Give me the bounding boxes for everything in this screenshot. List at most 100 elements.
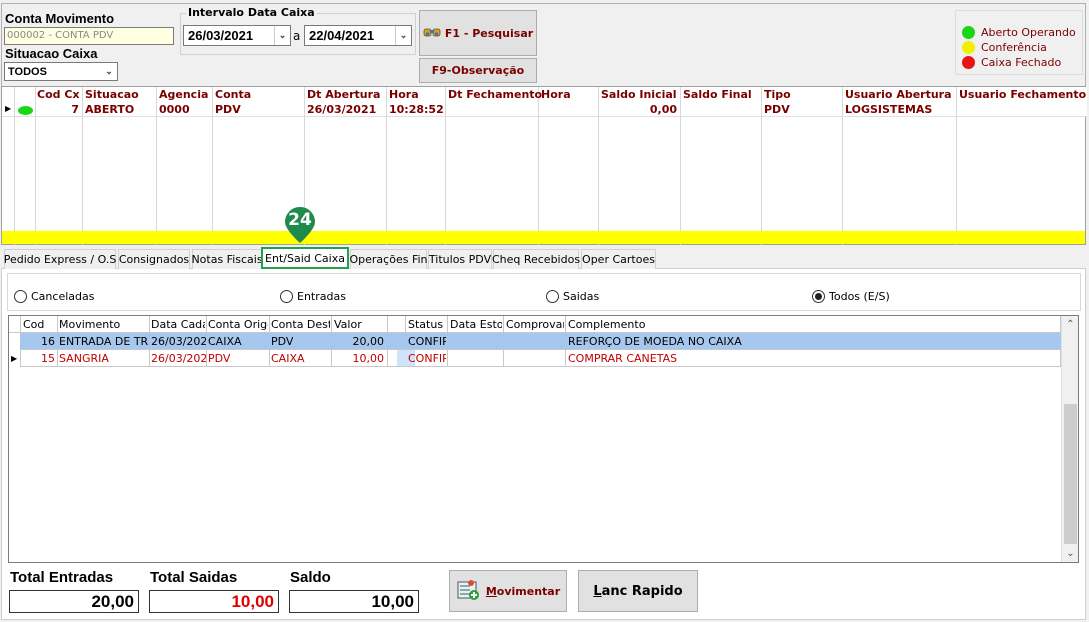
movimentar-button[interactable]: Movimentar	[449, 570, 567, 612]
legend-aberto: Aberto Operando	[962, 25, 1082, 40]
caixa-grid[interactable]: Cod Cx Situacao Agencia Conta Dt Abertur…	[1, 86, 1087, 245]
col-dt-fechamento[interactable]: Dt Fechamento	[448, 88, 542, 101]
cell-movimento: ENTRADA DE TRO	[59, 335, 148, 348]
col-valor[interactable]: Valor	[334, 318, 362, 331]
col-situacao[interactable]: Situacao	[85, 88, 139, 101]
cell-data: 26/03/2021	[151, 335, 206, 348]
scroll-thumb[interactable]	[1064, 404, 1077, 544]
table-row[interactable]: 15 SANGRIA 26/03/2021 PDV CAIXA 10,00 CO…	[20, 350, 1061, 367]
tab-notas-fiscais[interactable]: Notas Fiscais	[191, 249, 263, 269]
tab-operacoes-fin[interactable]: Operações Fin	[350, 249, 428, 269]
pesquisar-button[interactable]: F1 - Pesquisar	[419, 10, 537, 56]
situacao-caixa-select[interactable]: TODOS ⌄	[4, 62, 118, 81]
observacao-button[interactable]: F9-Observação	[419, 58, 537, 83]
col-status[interactable]: Status	[408, 318, 443, 331]
tab-titulos-pdv[interactable]: Titulos PDV	[428, 249, 492, 269]
red-dot-icon	[962, 56, 975, 69]
cell-hora: 10:28:52	[389, 103, 444, 116]
cell-status: CONFIRI	[408, 352, 446, 365]
cell-valor: 20,00	[352, 335, 385, 348]
cell-dt-abertura: 26/03/2021	[307, 103, 377, 116]
lanc-rapido-button[interactable]: Lanc Rapido	[578, 570, 698, 612]
col-conta-destino[interactable]: Conta Destir	[271, 318, 330, 331]
intervalo-label: Intervalo Data Caixa	[186, 6, 317, 19]
tab-oper-cartoes[interactable]: Oper Cartoes	[581, 249, 656, 269]
col-usuario-fechamento[interactable]: Usuario Fechamento	[959, 88, 1086, 101]
lanc-rapido-label: Lanc Rapido	[593, 583, 683, 599]
col-saldo-final[interactable]: Saldo Final	[683, 88, 752, 101]
green-dot-icon	[962, 26, 975, 39]
radio-saidas[interactable]: Saidas	[546, 290, 599, 303]
total-entradas-label: Total Entradas	[10, 569, 114, 586]
radio-entradas-circle[interactable]	[280, 290, 293, 303]
tab-ent-said-caixa[interactable]: Ent/Said Caixa	[261, 247, 349, 269]
radio-todos[interactable]: Todos (E/S)	[812, 290, 890, 303]
col-cod-cx[interactable]: Cod Cx	[37, 88, 80, 101]
table-row[interactable]: ▶ 7 ABERTO 0000 PDV 26/03/2021 10:28:52 …	[2, 102, 1087, 117]
status-dot-icon	[18, 106, 33, 115]
col-movimento[interactable]: Movimento	[59, 318, 147, 331]
col-complemento[interactable]: Complemento	[568, 318, 645, 331]
cell-movimento: SANGRIA	[59, 352, 109, 365]
total-saidas-value: 10,00	[149, 590, 279, 613]
col-data-estorno[interactable]: Data Estor	[450, 318, 502, 331]
date-from-value: 26/03/2021	[188, 28, 254, 43]
total-saidas-label: Total Saidas	[150, 569, 238, 586]
radio-saidas-circle[interactable]	[546, 290, 559, 303]
cell-cod-cx: 7	[71, 103, 79, 116]
vertical-scrollbar[interactable]: ⌃ ⌄	[1061, 316, 1078, 562]
radio-todos-circle[interactable]	[812, 290, 825, 303]
radio-canceladas-circle[interactable]	[14, 290, 27, 303]
conta-movimento-input[interactable]: 000002 - CONTA PDV	[4, 27, 174, 45]
tab-cheq-recebidos[interactable]: Cheq Recebidos	[492, 249, 580, 269]
col-hora[interactable]: Hora	[389, 88, 419, 101]
date-to-picker[interactable]: 22/04/2021 ⌄	[304, 25, 412, 46]
col-data-cadastro[interactable]: Data Cada	[151, 318, 205, 331]
scroll-up-icon[interactable]: ⌃	[1062, 316, 1079, 333]
date-separator: a	[293, 29, 301, 43]
radio-entradas[interactable]: Entradas	[280, 290, 346, 303]
cell-agencia: 0000	[159, 103, 190, 116]
col-hora-fechamento[interactable]: Hora	[541, 88, 571, 101]
col-comprovante[interactable]: Comprovant	[506, 318, 564, 331]
chevron-down-icon[interactable]: ⌄	[274, 26, 290, 45]
movimentar-label: Movimentar	[485, 584, 561, 598]
radio-canceladas[interactable]: Canceladas	[14, 290, 94, 303]
date-to-value: 22/04/2021	[309, 28, 375, 43]
col-dt-abertura[interactable]: Dt Abertura	[307, 88, 380, 101]
chevron-down-icon[interactable]: ⌄	[395, 26, 411, 45]
movimentos-grid[interactable]: Cod Movimento Data Cada Conta Orige Cont…	[8, 315, 1079, 563]
movimentar-icon	[456, 578, 480, 605]
col-conta-origem[interactable]: Conta Orige	[208, 318, 268, 331]
col-cod[interactable]: Cod	[23, 318, 44, 331]
cell-complemento: COMPRAR CANETAS	[568, 352, 678, 365]
scroll-down-icon[interactable]: ⌄	[1062, 545, 1079, 562]
pesquisar-label: F1 - Pesquisar	[444, 26, 534, 40]
col-usuario-abertura[interactable]: Usuario Abertura	[845, 88, 952, 101]
filter-radio-group	[7, 273, 1081, 311]
saldo-label: Saldo	[290, 569, 331, 586]
filter-panel	[1, 3, 1086, 87]
date-from-picker[interactable]: 26/03/2021 ⌄	[183, 25, 291, 46]
cell-saldo-inicial: 0,00	[649, 103, 677, 116]
cell-cod: 15	[41, 352, 55, 365]
cell-destino: PDV	[271, 335, 294, 348]
saldo-value: 10,00	[289, 590, 419, 613]
cell-situacao: ABERTO	[85, 103, 135, 116]
cell-origem: PDV	[208, 352, 231, 365]
chevron-down-icon[interactable]: ⌄	[101, 63, 117, 80]
table-row[interactable]: 16 ENTRADA DE TRO 26/03/2021 CAIXA PDV 2…	[20, 333, 1061, 350]
tab-pedido-express[interactable]: Pedido Express / O.S	[4, 249, 116, 269]
col-saldo-inicial[interactable]: Saldo Inicial	[601, 88, 677, 101]
cell-tipo: PDV	[764, 103, 790, 116]
cell-origem: CAIXA	[208, 335, 242, 348]
tab-consignados[interactable]: Consignados	[118, 249, 190, 269]
col-tipo[interactable]: Tipo	[764, 88, 791, 101]
row-pointer-icon: ▶	[5, 104, 12, 113]
yellow-dot-icon	[962, 41, 975, 54]
situacao-caixa-value: TODOS	[8, 65, 47, 78]
col-agencia[interactable]: Agencia	[159, 88, 208, 101]
legend-conferencia: Conferência	[962, 40, 1082, 55]
row-pointer-icon: ▶	[11, 354, 18, 363]
col-conta[interactable]: Conta	[215, 88, 251, 101]
